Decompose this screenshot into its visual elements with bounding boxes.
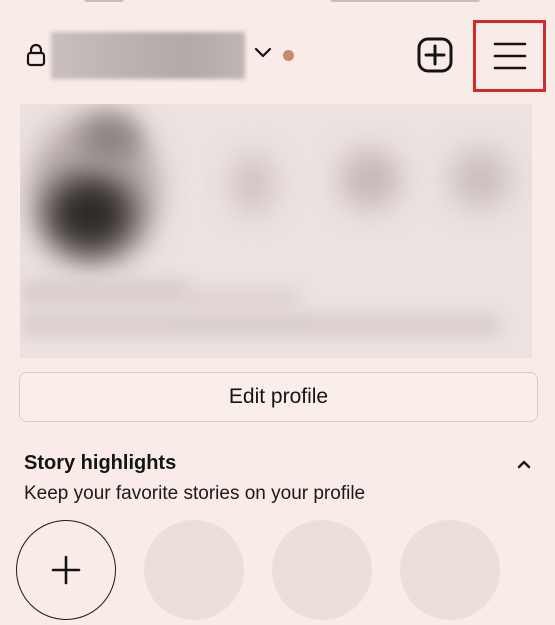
notification-dot [283, 50, 294, 61]
menu-button[interactable] [473, 20, 546, 92]
status-bar [0, 0, 555, 6]
plus-square-icon[interactable] [416, 36, 454, 74]
highlight-placeholder [272, 520, 372, 620]
chevron-down-icon[interactable] [253, 46, 273, 60]
edit-profile-button[interactable]: Edit profile [19, 372, 538, 422]
top-bar [0, 18, 555, 94]
story-highlights-subtitle: Keep your favorite stories on your profi… [24, 483, 366, 504]
profile-info-blurred [20, 104, 532, 358]
plus-icon [51, 555, 81, 585]
lock-icon [26, 43, 46, 67]
story-highlights-title: Story highlights [24, 452, 177, 474]
chevron-up-icon[interactable] [516, 458, 532, 470]
new-highlight-button[interactable] [16, 520, 116, 620]
highlight-placeholder [400, 520, 500, 620]
username-switcher[interactable] [51, 32, 245, 79]
highlight-placeholder [144, 520, 244, 620]
hamburger-menu-icon [493, 42, 527, 70]
profile-screen: Edit profile Story highlights Keep your … [0, 0, 555, 625]
